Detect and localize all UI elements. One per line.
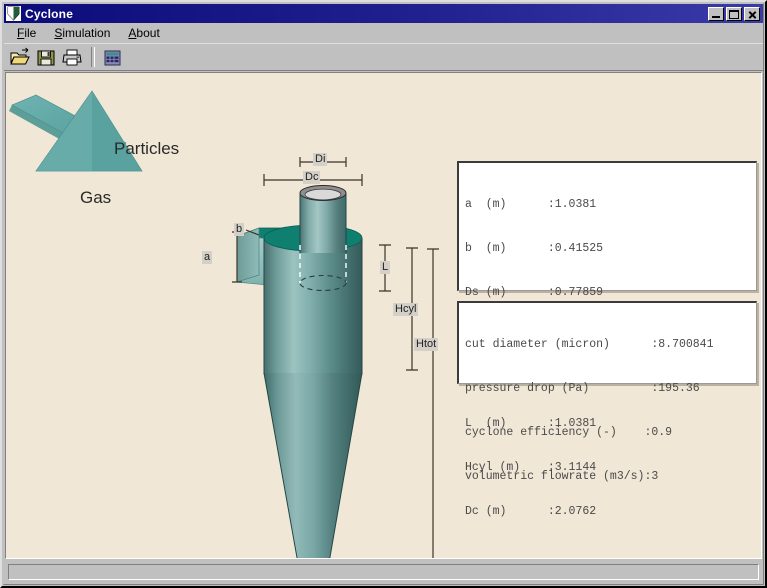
label-hcyl: Hcyl	[393, 303, 419, 316]
table-row: cut diameter (micron) :8.700841	[465, 338, 756, 353]
row-pad	[506, 242, 547, 255]
row-value: :195.36	[651, 381, 700, 395]
table-row: cyclone efficiency (-) :0.9	[465, 426, 756, 441]
vortex-finder-tube	[299, 185, 347, 253]
cyclone-body	[263, 224, 363, 558]
status-bar	[5, 561, 762, 583]
menu-bar: File Simulation About	[4, 23, 763, 43]
window-title: Cyclone	[25, 6, 74, 21]
print-icon[interactable]	[60, 46, 84, 69]
table-row: pressure drop (Pa) :195.36	[465, 382, 756, 397]
toolbar	[4, 43, 763, 71]
status-text	[8, 564, 759, 580]
row-value: :0.41525	[547, 241, 604, 255]
window-controls	[708, 6, 760, 21]
menu-file-rest: ile	[24, 25, 37, 40]
close-icon[interactable]	[744, 6, 760, 21]
application-window: Cyclone File Simulation About Particles …	[0, 0, 767, 588]
row-pad	[617, 426, 645, 439]
row-label: a (m)	[465, 198, 507, 212]
open-icon[interactable]	[8, 46, 32, 69]
geometry-results-panel: a (m) :1.0381 b (m) :0.41525 Ds (m) :0.7…	[457, 161, 757, 518]
row-value: :3	[644, 469, 659, 483]
row-value: :1.0381	[547, 198, 597, 212]
row-value: :0.77859	[547, 285, 604, 299]
shield-icon	[6, 6, 21, 21]
title-bar[interactable]: Cyclone	[4, 4, 763, 23]
row-pad	[506, 198, 547, 211]
cyclone-diagram-canvas: Particles Gas a b Di Dc L Hcyl Htot Ds a…	[5, 72, 762, 559]
row-pad	[610, 338, 651, 351]
table-row: b (m) :0.41525	[465, 242, 756, 257]
menu-item-simulation[interactable]: Simulation	[45, 24, 119, 42]
maximize-icon[interactable]	[726, 6, 742, 21]
row-label: cyclone efficiency (-)	[465, 425, 617, 439]
menu-about-rest: bout	[136, 25, 160, 40]
row-pad	[506, 286, 547, 299]
menu-item-file[interactable]: File	[8, 24, 45, 42]
row-label: b (m)	[465, 241, 507, 255]
label-gas: Gas	[80, 188, 112, 207]
table-row: Ds (m) :0.77859	[465, 286, 756, 301]
save-icon[interactable]	[34, 46, 58, 69]
label-di: Di	[313, 153, 328, 166]
row-pad	[589, 382, 651, 395]
menu-item-about[interactable]: About	[119, 24, 168, 42]
table-row: volumetric flowrate (m3/s):3	[465, 470, 756, 485]
row-label: Ds (m)	[465, 285, 507, 299]
table-row: a (m) :1.0381	[465, 198, 756, 213]
label-particles: Particles	[114, 139, 180, 158]
row-label: cut diameter (micron)	[465, 338, 610, 352]
performance-results-panel: cut diameter (micron) :8.700841 pressure…	[457, 301, 757, 483]
toolbar-separator	[91, 47, 95, 67]
calculate-icon[interactable]	[100, 46, 124, 69]
row-label: pressure drop (Pa)	[465, 381, 590, 395]
label-l: L	[380, 261, 391, 274]
label-htot: Htot	[414, 338, 439, 351]
row-value: :0.9	[644, 425, 673, 439]
menu-sim-rest: imulation	[62, 25, 111, 40]
row-label: volumetric flowrate (m3/s)	[465, 469, 645, 483]
label-dc: Dc	[303, 171, 321, 184]
label-b: b	[234, 223, 245, 236]
label-a: a	[202, 251, 213, 264]
minimize-icon[interactable]	[708, 6, 724, 21]
row-value: :8.700841	[651, 338, 714, 352]
